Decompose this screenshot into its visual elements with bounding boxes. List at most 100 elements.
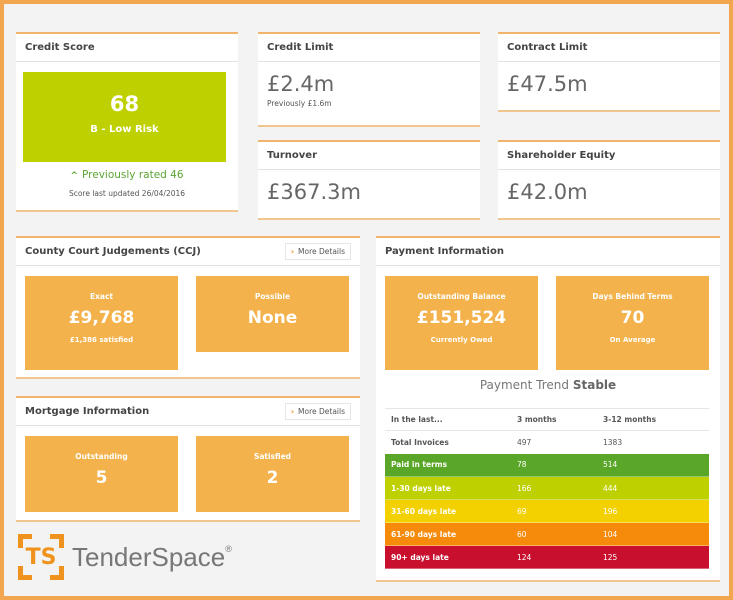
turnover-value: £367.3m xyxy=(267,180,361,204)
credit-limit-title: Credit Limit xyxy=(267,42,334,53)
card-header: County Court Judgements (CCJ) › More Det… xyxy=(16,238,360,266)
card-header: Shareholder Equity xyxy=(498,142,720,170)
tile-label: Outstanding Balance xyxy=(417,292,506,301)
trend-value: Stable xyxy=(572,378,617,392)
credit-limit-card: Credit Limit £2.4m Previously £1.6m xyxy=(258,32,480,127)
cell-m3: 497 xyxy=(517,437,532,447)
tile-value: 70 xyxy=(620,308,645,328)
ccj-title: County Court Judgements (CCJ) xyxy=(25,246,201,257)
chevron-right-icon: › xyxy=(290,407,295,416)
outstanding-balance-tile: Outstanding Balance £151,524 Currently O… xyxy=(385,276,538,370)
contract-limit-title: Contract Limit xyxy=(507,42,588,53)
tile-label: Outstanding xyxy=(75,452,128,461)
payment-trend: Payment Trend Stable xyxy=(376,378,720,392)
tile-value: 5 xyxy=(95,468,108,488)
column-header: 3 months xyxy=(511,408,597,431)
card-header: Payment Information xyxy=(376,238,720,266)
score-box: 68 B - Low Risk xyxy=(23,72,226,162)
risk-label: B - Low Risk xyxy=(90,124,159,135)
payment-table: In the last... 3 months 3-12 months Tota… xyxy=(385,408,709,569)
credit-score-title: Credit Score xyxy=(25,42,95,53)
payment-title: Payment Information xyxy=(385,246,504,257)
table-header-row: In the last... 3 months 3-12 months xyxy=(385,408,709,431)
tile-sub: Currently Owed xyxy=(430,336,493,344)
ccj-exact-tile: Exact £9,768 £1,386 satisfied xyxy=(25,276,178,370)
tile-sub: On Average xyxy=(609,336,656,344)
brand-name: TenderSpace® xyxy=(72,542,232,573)
tile-label: Satisfied xyxy=(253,452,292,461)
cell-m3: 166 xyxy=(511,476,597,500)
brand-name-text: TenderSpace xyxy=(72,541,226,572)
credit-score-card: Credit Score 68 B - Low Risk ^ Previously… xyxy=(16,32,238,212)
table-row: 90+ days late 124 125 xyxy=(385,545,709,569)
score-value: 68 xyxy=(109,92,140,116)
cell-m12: 514 xyxy=(597,453,709,477)
card-header: Turnover xyxy=(258,142,480,170)
cell-m12: 196 xyxy=(597,499,709,523)
tile-label: Exact xyxy=(89,292,114,301)
table-row: Paid in terms 78 514 xyxy=(385,453,709,477)
cell-m12: 104 xyxy=(597,522,709,546)
cell-m12: 125 xyxy=(597,545,709,569)
card-header: Credit Limit xyxy=(258,34,480,62)
mortgage-title: Mortgage Information xyxy=(25,406,150,417)
cell-m3: 60 xyxy=(511,522,597,546)
card-header: Contract Limit xyxy=(498,34,720,62)
column-header: 3-12 months xyxy=(597,408,709,431)
credit-limit-value: £2.4m xyxy=(267,72,335,96)
more-details-label: More Details xyxy=(298,247,345,256)
mortgage-satisfied-tile: Satisfied 2 xyxy=(196,436,349,512)
credit-limit-note: Previously £1.6m xyxy=(267,99,332,108)
table-row: 61-90 days late 60 104 xyxy=(385,522,709,546)
previous-rating: ^ Previously rated 46 xyxy=(16,169,238,181)
tile-value: £151,524 xyxy=(416,308,507,328)
ts-logo-icon: TS xyxy=(18,534,64,580)
cell-m12: 444 xyxy=(597,476,709,500)
shareholder-equity-value: £42.0m xyxy=(507,180,588,204)
cell-m3: 69 xyxy=(511,499,597,523)
turnover-title: Turnover xyxy=(267,150,317,161)
chevron-up-icon: ^ xyxy=(70,171,78,181)
shareholder-equity-title: Shareholder Equity xyxy=(507,150,616,161)
trend-label: Payment Trend xyxy=(479,378,570,392)
card-header: Credit Score xyxy=(16,34,238,62)
tile-value: None xyxy=(247,308,298,328)
row-label: 90+ days late xyxy=(385,545,511,569)
tenderspace-logo: TS TenderSpace® xyxy=(18,534,232,580)
contract-limit-value: £47.5m xyxy=(507,72,588,96)
cell-m3: 78 xyxy=(511,453,597,477)
tile-value: 2 xyxy=(266,468,279,488)
mortgage-more-details-button[interactable]: › More Details xyxy=(284,403,351,420)
ccj-possible-tile: Possible None xyxy=(196,276,349,352)
chevron-right-icon: › xyxy=(290,247,295,256)
cell-m12: 1383 xyxy=(603,437,623,447)
payment-info-card: Payment Information Outstanding Balance … xyxy=(376,236,720,582)
tile-label: Possible xyxy=(254,292,291,301)
column-header: In the last... xyxy=(385,408,511,431)
table-row: 1-30 days late 166 444 xyxy=(385,476,709,500)
tile-sub: £1,386 satisfied xyxy=(69,336,134,344)
row-label: 31-60 days late xyxy=(385,499,511,523)
mortgage-card: Mortgage Information › More Details Outs… xyxy=(16,396,360,522)
shareholder-equity-card: Shareholder Equity £42.0m xyxy=(498,140,720,220)
ccj-card: County Court Judgements (CCJ) › More Det… xyxy=(16,236,360,379)
tile-label: Days Behind Terms xyxy=(592,292,673,301)
contract-limit-card: Contract Limit £47.5m xyxy=(498,32,720,112)
more-details-label: More Details xyxy=(298,407,345,416)
row-label: Total Invoices xyxy=(391,437,449,447)
mortgage-outstanding-tile: Outstanding 5 xyxy=(25,436,178,512)
score-updated: Score last updated 26/04/2016 xyxy=(68,189,186,198)
tile-value: £9,768 xyxy=(68,308,135,328)
registered-mark: ® xyxy=(225,543,232,554)
days-behind-tile: Days Behind Terms 70 On Average xyxy=(556,276,709,370)
row-label: Paid in terms xyxy=(385,453,511,477)
table-row: 31-60 days late 69 196 xyxy=(385,499,709,523)
table-row: Total Invoices 497 1383 xyxy=(385,431,709,454)
row-label: 61-90 days late xyxy=(385,522,511,546)
turnover-card: Turnover £367.3m xyxy=(258,140,480,220)
row-label: 1-30 days late xyxy=(385,476,511,500)
cell-m3: 124 xyxy=(511,545,597,569)
previous-rating-text: Previously rated 46 xyxy=(82,169,184,181)
ccj-more-details-button[interactable]: › More Details xyxy=(284,243,351,260)
card-header: Mortgage Information › More Details xyxy=(16,398,360,426)
